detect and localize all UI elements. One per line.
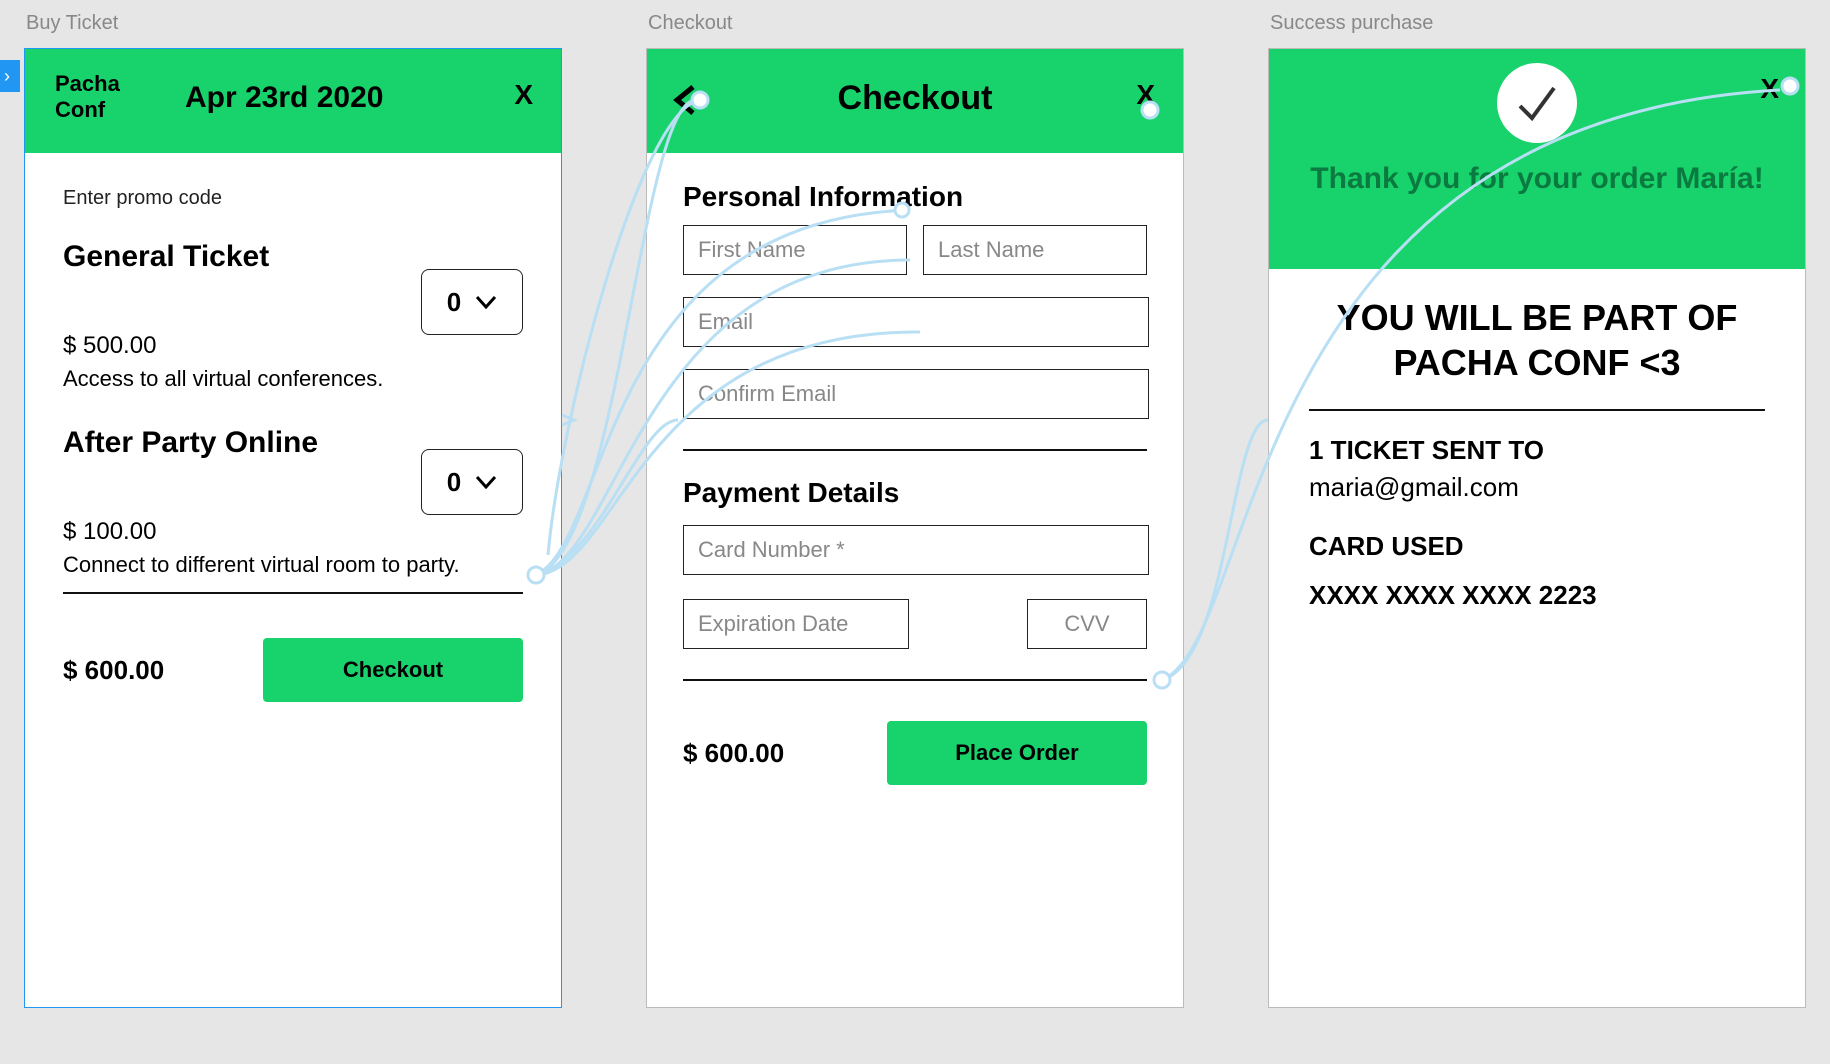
selection-handle [0, 60, 20, 92]
checkout-title: Checkout [647, 79, 1183, 118]
divider [1309, 409, 1765, 411]
expiration-date-field[interactable]: Expiration Date [683, 599, 909, 649]
frame-success: X Thank you for your order María! YOU WI… [1268, 48, 1806, 1008]
payment-heading: Payment Details [683, 477, 1147, 509]
close-icon[interactable]: X [1760, 73, 1779, 105]
success-body: YOU WILL BE PART OF PACHA CONF <3 1 TICK… [1269, 269, 1805, 611]
personal-info-heading: Personal Information [683, 181, 1147, 213]
brand-title: Pacha Conf [55, 71, 145, 124]
frame-label-checkout: Checkout [648, 12, 733, 35]
card-used-label: CARD USED [1309, 531, 1765, 562]
selection-chevron-icon: › [4, 66, 10, 87]
buy-body: Enter promo code General Ticket 0 $ 500.… [25, 153, 561, 702]
ticket2-price: $ 100.00 [63, 518, 523, 546]
ticket1-qty-select[interactable]: 0 [421, 269, 523, 335]
checkout-total: $ 600.00 [683, 738, 784, 769]
close-icon[interactable]: X [1136, 79, 1155, 111]
success-headline: YOU WILL BE PART OF PACHA CONF <3 [1309, 295, 1765, 385]
chevron-down-icon [475, 475, 497, 489]
place-order-button[interactable]: Place Order [887, 721, 1147, 785]
success-header: X Thank you for your order María! [1269, 49, 1805, 269]
card-used-masked: XXXX XXXX XXXX 2223 [1309, 580, 1765, 611]
buy-header: Pacha Conf Apr 23rd 2020 X [25, 49, 561, 153]
thank-you-text: Thank you for your order María! [1299, 159, 1775, 198]
ticket-sent-email: maria@gmail.com [1309, 472, 1765, 503]
divider [683, 679, 1147, 681]
ticket1-desc: Access to all virtual conferences. [63, 366, 523, 392]
promo-code-link[interactable]: Enter promo code [63, 187, 523, 210]
checkout-header: Checkout X [647, 49, 1183, 153]
card-number-field[interactable]: Card Number * [683, 525, 1149, 575]
confirm-email-field[interactable]: Confirm Email [683, 369, 1149, 419]
check-icon [1514, 80, 1560, 126]
ticket-sent-label: 1 TICKET SENT TO [1309, 435, 1765, 466]
divider [683, 449, 1147, 451]
frame-checkout: Checkout X Personal Information First Na… [646, 48, 1184, 1008]
ticket2-desc: Connect to different virtual room to par… [63, 552, 523, 578]
frame-label-buy: Buy Ticket [26, 12, 118, 35]
ticket1-price: $ 500.00 [63, 332, 523, 360]
first-name-field[interactable]: First Name [683, 225, 907, 275]
checkout-body: Personal Information First Name Last Nam… [647, 153, 1183, 785]
cvv-field[interactable]: CVV [1027, 599, 1147, 649]
divider [63, 592, 523, 594]
ticket2-qty-value: 0 [447, 467, 461, 498]
checkout-button[interactable]: Checkout [263, 638, 523, 702]
frame-buy-ticket: Pacha Conf Apr 23rd 2020 X Enter promo c… [24, 48, 562, 1008]
email-field[interactable]: Email [683, 297, 1149, 347]
event-date: Apr 23rd 2020 [185, 81, 383, 115]
ticket2-qty-select[interactable]: 0 [421, 449, 523, 515]
buy-total: $ 600.00 [63, 655, 164, 686]
frame-label-success: Success purchase [1270, 12, 1433, 35]
chevron-down-icon [475, 295, 497, 309]
ticket1-qty-value: 0 [447, 287, 461, 318]
last-name-field[interactable]: Last Name [923, 225, 1147, 275]
success-check-badge [1497, 63, 1577, 143]
close-icon[interactable]: X [514, 79, 533, 111]
